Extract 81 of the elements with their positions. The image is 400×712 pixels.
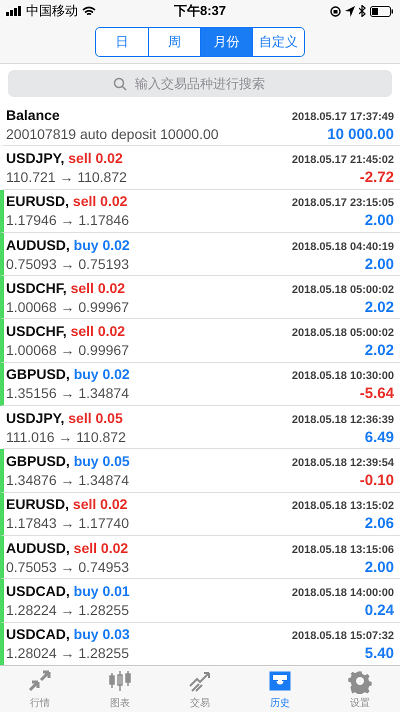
period-tab[interactable]: 月份: [200, 28, 252, 56]
deal-prices: 0.75093 → 0.75193: [6, 256, 129, 272]
deal-profit: 2.02: [364, 342, 394, 360]
carrier-name: 中国移动: [26, 2, 78, 20]
deal-profit: -5.64: [360, 385, 394, 402]
diagonal-arrows-icon: [27, 668, 53, 694]
deal-time: 2018.05.18 12:36:39: [292, 414, 394, 426]
balance-title: Balance: [6, 106, 60, 123]
deal-time: 2018.05.18 15:07:32: [292, 630, 394, 642]
period-tab[interactable]: 周: [148, 28, 200, 56]
deal-title: GBPUSD, buy 0.02: [6, 366, 130, 382]
deal-profit: -2.72: [360, 168, 394, 186]
deal-row[interactable]: EURUSD, sell 0.02 2018.05.18 13:15:02 1.17843 → 1.17740 2.06: [0, 492, 400, 536]
battery-icon: [370, 6, 394, 16]
deal-prices: 1.17843 → 1.17740: [6, 515, 129, 532]
signal-icon: [6, 6, 22, 16]
deal-profit: -0.10: [360, 472, 394, 490]
clock-time: 下午8:37: [174, 2, 226, 20]
bottom-tab[interactable]: 历史: [240, 666, 320, 712]
deal-prices: 110.721 → 110.872: [6, 168, 127, 185]
balance-amount: 10 000.00: [327, 126, 394, 143]
deal-row[interactable]: EURUSD, sell 0.02 2018.05.17 23:15:05 1.17946 → 1.17846 2.00: [0, 190, 400, 233]
deal-row[interactable]: AUDUSD, buy 0.02 2018.05.18 04:40:19 0.75093 → 0.75193 2.00: [0, 232, 400, 276]
deal-time: 2018.05.17 17:37:49: [292, 110, 394, 123]
deal-prices: 1.00068 → 0.99967: [6, 342, 129, 358]
deal-profit: 2.00: [364, 256, 394, 273]
deal-row[interactable]: GBPUSD, buy 0.02 2018.05.18 10:30:00 1.35156 → 1.34874 -5.64: [0, 362, 400, 406]
deposit-comment: 200107819 auto deposit 10000.00: [6, 126, 219, 142]
deal-profit: 0.24: [364, 602, 394, 619]
deal-title: EURUSD, sell 0.02: [6, 193, 128, 210]
deal-row[interactable]: GBPUSD, buy 0.05 2018.05.18 12:39:54 1.34876 → 1.34874 -0.10: [0, 449, 400, 493]
location-icon: [345, 6, 355, 16]
deal-prices: 1.00068 → 0.99967: [6, 298, 129, 315]
search-input[interactable]: 输入交易品种进行搜索: [133, 75, 287, 92]
deal-profit: 2.00: [364, 212, 394, 230]
deal-profit: 5.40: [364, 645, 394, 662]
deal-prices: 0.75053 → 0.74953: [6, 558, 129, 575]
period-tab[interactable]: 日: [96, 28, 148, 56]
deal-row[interactable]: USDJPY, sell 0.05 2018.05.18 12:36:39 111.016 → 110.872 6.49: [0, 406, 400, 450]
deal-prices: 1.28024 → 1.28255: [6, 645, 129, 662]
deal-time: 2018.05.17 23:15:05: [292, 197, 394, 210]
period-tab[interactable]: 自定义: [252, 28, 304, 56]
deal-row[interactable]: USDCHF, sell 0.02 2018.05.18 05:00:02 1.00068 → 0.99967 2.02: [0, 319, 400, 363]
deal-time: 2018.05.18 14:00:00: [292, 586, 394, 599]
deal-title: USDCHF, sell 0.02: [6, 280, 126, 296]
deal-profit: 6.49: [364, 428, 394, 446]
deal-title: USDJPY, sell 0.02: [6, 150, 123, 166]
deal-profit: 2.06: [364, 515, 394, 532]
deal-title: GBPUSD, buy 0.05: [6, 453, 130, 470]
deal-prices: 1.35156 → 1.34874: [6, 385, 129, 402]
deal-title: USDCAD, buy 0.03: [6, 626, 130, 642]
deal-row[interactable]: USDCAD, buy 0.01 2018.05.18 14:00:00 1.28224 → 1.28255 0.24: [0, 579, 400, 623]
bluetooth-icon: [359, 5, 366, 17]
candlestick-icon: [107, 668, 133, 694]
deal-prices: 1.34876 → 1.34874: [6, 472, 129, 488]
lock-rotation-icon: [330, 6, 341, 16]
deal-time: 2018.05.18 13:15:02: [292, 500, 394, 512]
deal-time: 2018.05.18 13:15:06: [292, 544, 394, 556]
search-field[interactable]: 输入交易品种进行搜索: [8, 70, 392, 97]
deal-profit: 2.02: [364, 298, 394, 316]
deal-prices: 1.28224 → 1.28255: [6, 602, 129, 618]
deal-title: AUDUSD, sell 0.02: [6, 540, 128, 556]
deal-row[interactable]: USDJPY, sell 0.02 2018.05.17 21:45:02 110.721 → 110.872 -2.72: [0, 146, 400, 190]
deal-row[interactable]: USDCHF, sell 0.02 2018.05.18 05:00:02 1.00068 → 0.99967 2.02: [0, 276, 400, 320]
deal-title: AUDUSD, buy 0.02: [6, 236, 130, 253]
deal-title: USDJPY, sell 0.05: [6, 410, 123, 426]
search-icon: [113, 76, 127, 90]
deal-profit: 2.00: [364, 558, 394, 576]
deal-title: USDCAD, buy 0.01: [6, 582, 130, 599]
deal-time: 2018.05.18 04:40:19: [292, 240, 394, 253]
deal-prices: 111.016 → 110.872: [6, 428, 126, 445]
deal-time: 2018.05.18 12:39:54: [292, 457, 394, 470]
deal-time: 2018.05.18 05:00:02: [292, 327, 394, 340]
deal-prices: 1.17946 → 1.17846: [6, 212, 129, 228]
deal-row[interactable]: AUDUSD, sell 0.02 2018.05.18 13:15:06 0.75053 → 0.74953 2.00: [0, 536, 400, 580]
deal-time: 2018.05.17 21:45:02: [292, 154, 394, 166]
deal-title: EURUSD, sell 0.02: [6, 496, 128, 512]
wifi-icon: [82, 6, 96, 16]
deal-time: 2018.05.18 05:00:02: [292, 284, 394, 296]
deal-title: USDCHF, sell 0.02: [6, 323, 126, 340]
deal-time: 2018.05.18 10:30:00: [292, 370, 394, 382]
